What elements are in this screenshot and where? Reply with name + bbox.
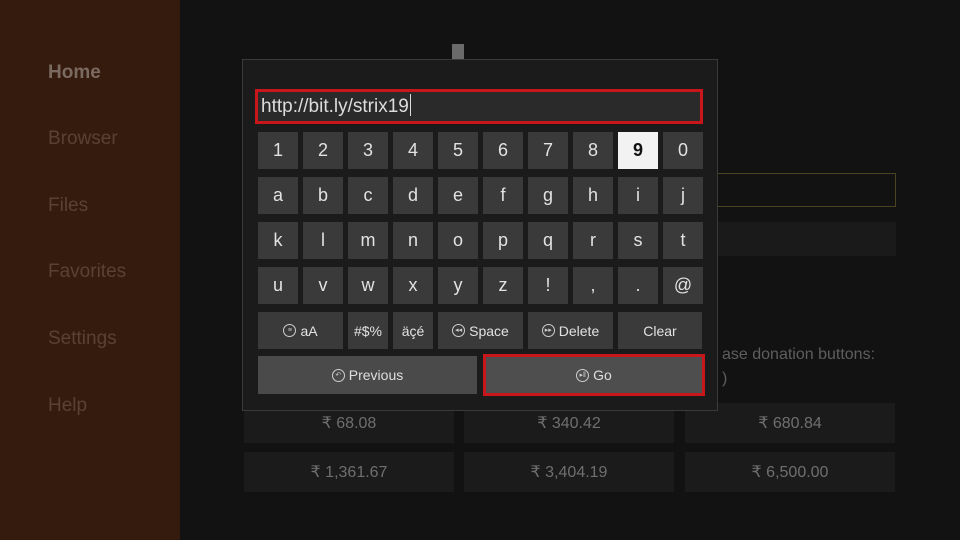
case-toggle-key[interactable]: ≡ aA	[258, 312, 343, 349]
key-u[interactable]: u	[258, 267, 298, 304]
donation-button[interactable]: ₹ 1,361.67	[244, 452, 454, 492]
key-l[interactable]: l	[303, 222, 343, 259]
key-o[interactable]: o	[438, 222, 478, 259]
keyboard-dialog: http://bit.ly/strix19 1234567890 abcdefgh…	[242, 59, 718, 411]
key-4[interactable]: 4	[393, 132, 433, 169]
previous-button[interactable]: ↶ Previous	[258, 356, 477, 394]
go-button[interactable]: ▸‖ Go	[483, 354, 705, 396]
space-key-label: Space	[469, 322, 509, 339]
donation-button[interactable]: ₹ 3,404.19	[464, 452, 674, 492]
key-j[interactable]: j	[663, 177, 703, 214]
case-toggle-label: aA	[300, 322, 318, 339]
key-q[interactable]: q	[528, 222, 568, 259]
sidebar-item-home[interactable]: Home	[48, 62, 101, 84]
key-c[interactable]: c	[348, 177, 388, 214]
url-input[interactable]: http://bit.ly/strix19	[255, 89, 703, 124]
key-9[interactable]: 9	[618, 132, 658, 169]
donation-label: ase donation buttons:	[722, 346, 876, 363]
key-m[interactable]: m	[348, 222, 388, 259]
key-3[interactable]: 3	[348, 132, 388, 169]
background-input-field	[700, 173, 896, 207]
key-2[interactable]: 2	[303, 132, 343, 169]
sidebar-item-files[interactable]: Files	[48, 195, 88, 217]
key-5[interactable]: 5	[438, 132, 478, 169]
key-1[interactable]: 1	[258, 132, 298, 169]
background-button	[718, 222, 896, 256]
donation-label-continued: )	[722, 370, 728, 387]
key-h[interactable]: h	[573, 177, 613, 214]
accents-key[interactable]: äçé	[393, 312, 433, 349]
key-k[interactable]: k	[258, 222, 298, 259]
rewind-button-icon: ◂◂	[452, 324, 466, 337]
key-6[interactable]: 6	[483, 132, 523, 169]
fast-forward-button-icon: ▸▸	[541, 324, 555, 337]
key-t[interactable]: t	[663, 222, 703, 259]
sidebar-item-favorites[interactable]: Favorites	[48, 261, 126, 283]
key-n[interactable]: n	[393, 222, 433, 259]
key-d[interactable]: d	[393, 177, 433, 214]
symbols-key[interactable]: #$%	[348, 312, 388, 349]
key-i[interactable]: i	[618, 177, 658, 214]
space-key[interactable]: ◂◂ Space	[438, 312, 523, 349]
sidebar-item-settings[interactable]: Settings	[48, 328, 117, 350]
key-symbol[interactable]: @	[663, 267, 703, 304]
key-w[interactable]: w	[348, 267, 388, 304]
donation-button[interactable]: ₹ 6,500.00	[685, 452, 895, 492]
clear-key[interactable]: Clear	[618, 312, 702, 349]
sidebar: Home Browser Files Favorites Settings He…	[0, 0, 180, 540]
key-a[interactable]: a	[258, 177, 298, 214]
key-r[interactable]: r	[573, 222, 613, 259]
key-0[interactable]: 0	[663, 132, 703, 169]
play-pause-button-icon: ▸‖	[576, 368, 590, 382]
sidebar-item-browser[interactable]: Browser	[48, 128, 118, 150]
key-s[interactable]: s	[618, 222, 658, 259]
go-button-label: Go	[593, 367, 612, 383]
sidebar-item-help[interactable]: Help	[48, 395, 87, 417]
back-button-icon: ↶	[331, 368, 345, 382]
key-g[interactable]: g	[528, 177, 568, 214]
key-symbol[interactable]: ,	[573, 267, 613, 304]
menu-button-icon: ≡	[283, 324, 297, 337]
url-input-value: http://bit.ly/strix19	[261, 96, 409, 117]
key-b[interactable]: b	[303, 177, 343, 214]
key-8[interactable]: 8	[573, 132, 613, 169]
key-v[interactable]: v	[303, 267, 343, 304]
key-e[interactable]: e	[438, 177, 478, 214]
key-f[interactable]: f	[483, 177, 523, 214]
text-caret	[409, 94, 411, 116]
key-x[interactable]: x	[393, 267, 433, 304]
key-7[interactable]: 7	[528, 132, 568, 169]
delete-key-label: Delete	[558, 322, 600, 339]
key-y[interactable]: y	[438, 267, 478, 304]
previous-button-label: Previous	[348, 367, 404, 383]
key-symbol[interactable]: .	[618, 267, 658, 304]
key-z[interactable]: z	[483, 267, 523, 304]
key-symbol[interactable]: !	[528, 267, 568, 304]
delete-key[interactable]: ▸▸ Delete	[528, 312, 613, 349]
key-p[interactable]: p	[483, 222, 523, 259]
